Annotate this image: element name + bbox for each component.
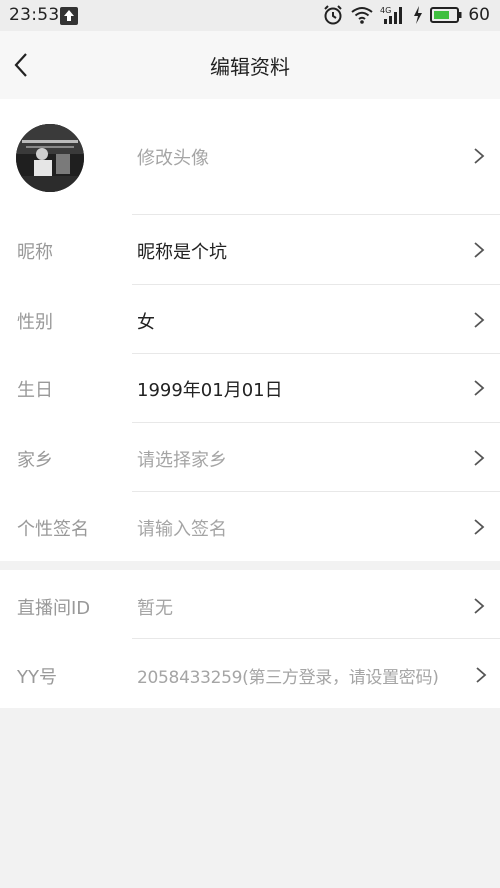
avatar-row[interactable]: 修改头像 bbox=[0, 99, 500, 214]
signature-label: 个性签名 bbox=[17, 519, 89, 540]
change-avatar-label: 修改头像 bbox=[137, 148, 209, 169]
charging-icon bbox=[414, 6, 423, 24]
chevron-right-icon bbox=[474, 242, 485, 258]
chevron-right-icon bbox=[476, 667, 487, 683]
status-time: 23:53 bbox=[9, 5, 60, 25]
yy-number-label: YY号 bbox=[17, 667, 57, 688]
live-room-id-row[interactable]: 直播间ID 暂无 bbox=[0, 570, 500, 638]
chevron-right-icon bbox=[474, 380, 485, 396]
signature-row[interactable]: 个性签名 请输入签名 bbox=[0, 492, 500, 561]
live-room-id-value: 暂无 bbox=[137, 598, 173, 619]
chevron-right-icon bbox=[474, 450, 485, 466]
nav-header: 编辑资料 bbox=[0, 31, 500, 99]
avatar bbox=[16, 124, 84, 192]
hometown-label: 家乡 bbox=[17, 450, 53, 471]
alarm-icon bbox=[324, 5, 343, 25]
profile-section: 修改头像 昵称 昵称是个坑 性别 女 生日 1999年01月01日 家乡 请选择… bbox=[0, 99, 500, 561]
nickname-label: 昵称 bbox=[17, 242, 53, 263]
signature-value: 请输入签名 bbox=[137, 519, 227, 540]
wifi-icon bbox=[351, 7, 373, 24]
battery-icon bbox=[430, 7, 462, 23]
birthday-row[interactable]: 生日 1999年01月01日 bbox=[0, 354, 500, 423]
nickname-value: 昵称是个坑 bbox=[137, 242, 227, 263]
signal-4g-icon: 4G bbox=[380, 6, 403, 24]
svg-text:4G: 4G bbox=[380, 6, 391, 15]
status-icons: 4G 60 bbox=[322, 4, 490, 26]
account-section: 直播间ID 暂无 YY号 2058433259(第三方登录，请设置密码) bbox=[0, 570, 500, 708]
live-room-id-label: 直播间ID bbox=[17, 598, 91, 619]
page-title: 编辑资料 bbox=[210, 55, 290, 79]
chevron-right-icon bbox=[474, 148, 485, 164]
birthday-value: 1999年01月01日 bbox=[137, 380, 283, 401]
chevron-right-icon bbox=[474, 598, 485, 614]
yy-number-row[interactable]: YY号 2058433259(第三方登录，请设置密码) bbox=[0, 639, 500, 708]
hometown-value: 请选择家乡 bbox=[137, 450, 227, 471]
gender-label: 性别 bbox=[17, 312, 53, 333]
hometown-row[interactable]: 家乡 请选择家乡 bbox=[0, 423, 500, 492]
chevron-right-icon bbox=[474, 312, 485, 328]
status-bar: 23:53 4G 60 bbox=[0, 0, 500, 31]
upload-icon bbox=[60, 7, 78, 25]
battery-percent: 60 bbox=[468, 5, 490, 25]
gender-row[interactable]: 性别 女 bbox=[0, 285, 500, 354]
yy-number-value: 2058433259(第三方登录，请设置密码) bbox=[137, 668, 439, 688]
chevron-right-icon bbox=[474, 519, 485, 535]
nickname-row[interactable]: 昵称 昵称是个坑 bbox=[0, 215, 500, 284]
gender-value: 女 bbox=[137, 312, 155, 333]
birthday-label: 生日 bbox=[17, 380, 53, 401]
